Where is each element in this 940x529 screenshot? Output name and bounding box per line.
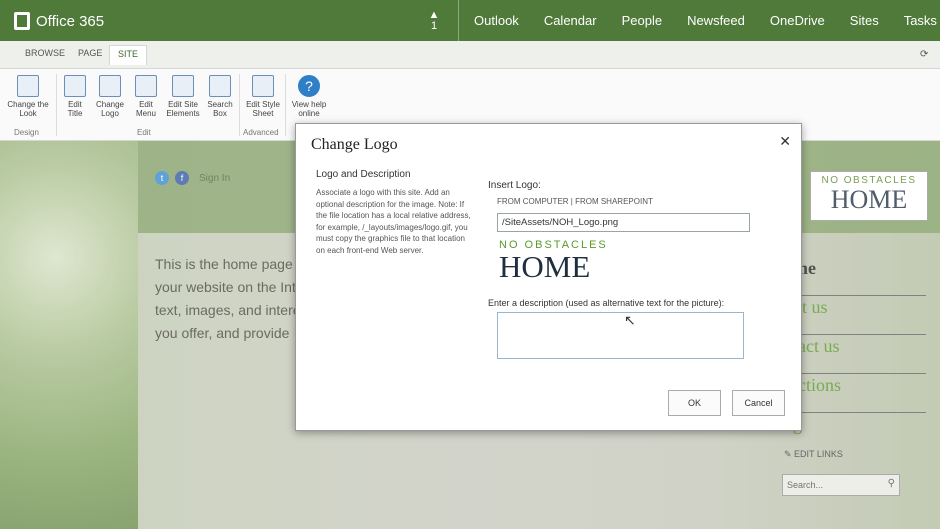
nav-outlook[interactable]: Outlook bbox=[474, 0, 519, 41]
nav-newsfeed[interactable]: Newsfeed bbox=[687, 0, 745, 41]
change-the-look-button[interactable]: Change the Look bbox=[4, 75, 52, 118]
edit-title-label: Edit Title bbox=[67, 100, 83, 118]
tab-browse[interactable]: BROWSE bbox=[25, 48, 65, 58]
cancel-button[interactable]: Cancel bbox=[732, 390, 785, 416]
suitebar-divider bbox=[458, 0, 459, 41]
search-box-label: Search Box bbox=[207, 100, 233, 118]
nav-onedrive[interactable]: OneDrive bbox=[770, 0, 825, 41]
ribbon-tabs: BROWSE PAGE SITE ⟳ bbox=[0, 41, 940, 69]
dialog-title: Change Logo bbox=[311, 136, 398, 153]
suite-bar: Office 365 ▲ 1 Outlook Calendar People Ne… bbox=[0, 0, 940, 41]
view-help-online-label: View help online bbox=[291, 100, 327, 118]
change-logo-button[interactable]: Change Logo bbox=[94, 75, 126, 118]
search-box-icon bbox=[209, 75, 231, 97]
ribbon-separator bbox=[285, 74, 286, 136]
nav-sites[interactable]: Sites bbox=[850, 0, 879, 41]
edit-menu-icon bbox=[135, 75, 157, 97]
logo-description-help: Associate a logo with this site. Add an … bbox=[316, 188, 471, 255]
edit-menu-label: Edit Menu bbox=[135, 100, 156, 118]
sync-icon[interactable]: ⟳ bbox=[920, 49, 928, 60]
edit-style-sheet-label: Edit Style Sheet bbox=[246, 100, 280, 118]
search-box-button[interactable]: Search Box bbox=[205, 75, 235, 118]
change-logo-label: Change Logo bbox=[95, 100, 125, 118]
view-help-online-button[interactable]: ? View help online bbox=[289, 75, 329, 118]
change-the-look-label: Change the Look bbox=[7, 100, 49, 118]
brand-label: Office 365 bbox=[36, 12, 105, 30]
edit-site-elements-label: Edit Site Elements bbox=[166, 100, 200, 118]
edit-style-sheet-button[interactable]: Edit Style Sheet bbox=[244, 75, 282, 118]
office365-logo[interactable]: Office 365 bbox=[14, 9, 104, 33]
description-label: Enter a description (used as alternative… bbox=[488, 298, 725, 308]
logo-description-heading: Logo and Description bbox=[316, 169, 411, 180]
logo-path-field[interactable]: /SiteAssets/NOH_Logo.png bbox=[497, 213, 750, 232]
ok-button[interactable]: OK bbox=[668, 390, 721, 416]
style-sheet-icon bbox=[252, 75, 274, 97]
change-logo-icon bbox=[99, 75, 121, 97]
tab-site[interactable]: SITE bbox=[109, 45, 148, 65]
notification-bell-icon[interactable]: ▲ 1 bbox=[426, 10, 442, 32]
group-design-label: Design bbox=[14, 128, 39, 137]
nav-people[interactable]: People bbox=[622, 0, 662, 41]
help-icon: ? bbox=[298, 75, 320, 97]
nav-calendar[interactable]: Calendar bbox=[544, 0, 597, 41]
close-icon[interactable]: ✕ bbox=[779, 133, 791, 150]
mouse-cursor-icon: ↖ bbox=[624, 312, 636, 328]
edit-site-elements-icon bbox=[172, 75, 194, 97]
preview-home-text: HOME bbox=[499, 249, 591, 284]
logo-preview: NO OBSTACLES HOME bbox=[499, 239, 619, 283]
edit-site-elements-button[interactable]: Edit Site Elements bbox=[164, 75, 202, 118]
change-logo-dialog: Change Logo ✕ Logo and Description Assoc… bbox=[295, 123, 802, 431]
nav-tasks[interactable]: Tasks bbox=[904, 0, 937, 41]
description-textarea[interactable] bbox=[497, 312, 744, 359]
tab-page[interactable]: PAGE bbox=[78, 48, 102, 58]
notification-count: 1 bbox=[430, 20, 438, 32]
edit-menu-button[interactable]: Edit Menu bbox=[132, 75, 160, 118]
office-icon bbox=[14, 12, 30, 30]
edit-title-icon bbox=[64, 75, 86, 97]
insert-logo-label: Insert Logo: bbox=[488, 180, 541, 191]
edit-title-button[interactable]: Edit Title bbox=[62, 75, 88, 118]
ribbon-separator bbox=[239, 74, 240, 136]
group-advanced-label: Advanced bbox=[243, 128, 279, 137]
group-edit-label: Edit bbox=[137, 128, 151, 137]
logo-source-links[interactable]: FROM COMPUTER | FROM SHAREPOINT bbox=[497, 197, 653, 206]
app-launcher-nav: Outlook Calendar People Newsfeed OneDriv… bbox=[474, 0, 940, 41]
ribbon-separator bbox=[56, 74, 57, 136]
change-look-icon bbox=[17, 75, 39, 97]
